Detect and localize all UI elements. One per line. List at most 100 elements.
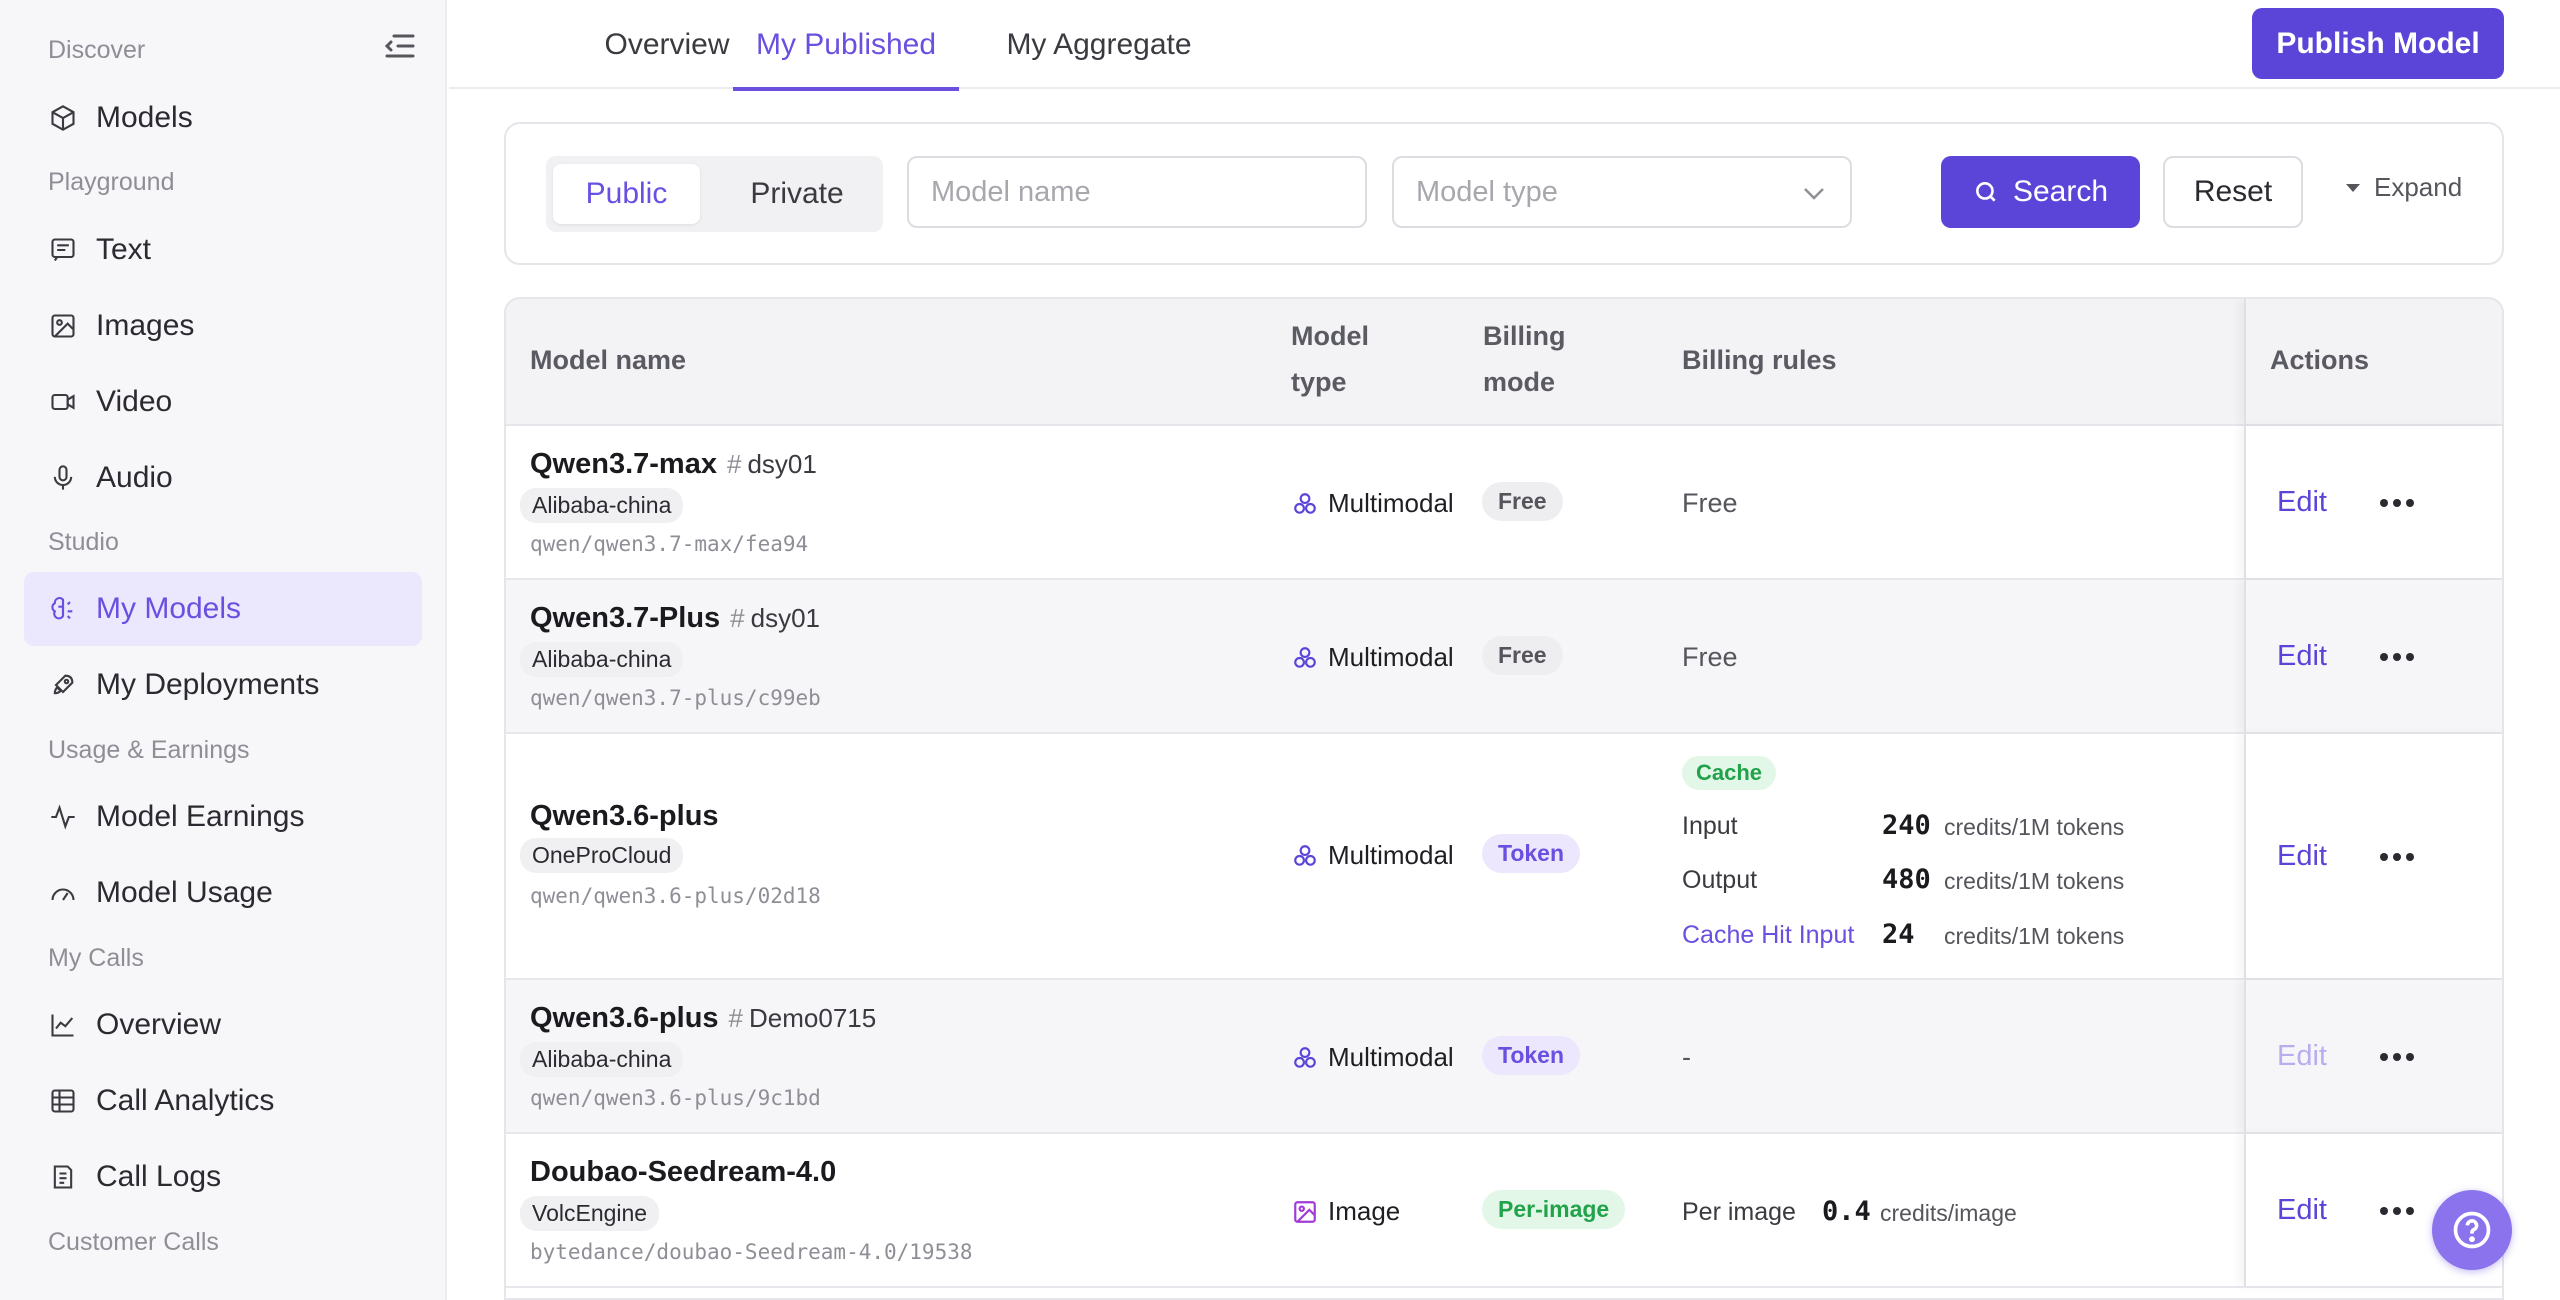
sidebar-item-label: My Models xyxy=(96,592,242,625)
edit-button[interactable]: Edit xyxy=(2277,1194,2327,1227)
tab-my-published[interactable]: My Published xyxy=(733,0,959,91)
rule-label: Output xyxy=(1682,866,1758,894)
sidebar-item-video[interactable]: Video xyxy=(24,365,422,439)
sidebar-item-my-deployments[interactable]: My Deployments xyxy=(24,648,422,722)
provider-badge: VolcEngine xyxy=(520,1196,660,1231)
line-chart-icon xyxy=(48,1010,78,1040)
image-icon xyxy=(1292,1199,1328,1225)
sidebar: Discover Models Playground Text Images V… xyxy=(0,0,447,1300)
sidebar-item-label: Overview xyxy=(96,1008,222,1041)
model-type: Multimodal xyxy=(1292,1042,1454,1073)
model-type-select[interactable]: Model type xyxy=(1392,156,1852,228)
tab-overview[interactable]: Overview xyxy=(575,0,759,89)
top-tabs-bar: Overview My Published My Aggregate xyxy=(449,0,2560,91)
model-tag-text: dsy01 xyxy=(750,603,821,633)
expand-toggle[interactable]: Expand xyxy=(2344,172,2462,203)
pulse-icon xyxy=(48,802,78,832)
sidebar-item-label: Model Usage xyxy=(96,876,273,909)
more-icon[interactable] xyxy=(2380,1205,2414,1217)
header-actions-cell: Actions xyxy=(2244,299,2502,424)
model-path: bytedance/doubao-Seedream-4.0/19538 xyxy=(530,1240,973,1264)
expand-label: Expand xyxy=(2374,172,2463,202)
sidebar-item-call-analytics[interactable]: Call Analytics xyxy=(24,1064,422,1138)
multimodal-icon xyxy=(1292,843,1328,869)
model-name-field[interactable] xyxy=(907,156,1367,228)
multimodal-icon xyxy=(1292,645,1328,671)
sidebar-item-model-usage[interactable]: Model Usage xyxy=(24,856,422,930)
model-tag-text: dsy01 xyxy=(747,449,817,479)
model-name-text: Qwen3.7-max xyxy=(530,448,717,480)
sidebar-item-call-logs[interactable]: Call Logs xyxy=(24,1140,422,1214)
more-icon[interactable] xyxy=(2380,651,2414,663)
model-name-text: Qwen3.7-Plus xyxy=(530,602,721,634)
sidebar-item-images[interactable]: Images xyxy=(24,289,422,363)
edit-button[interactable]: Edit xyxy=(2277,1040,2327,1073)
cube-icon xyxy=(48,103,78,133)
more-icon[interactable] xyxy=(2380,851,2414,863)
collapse-sidebar-icon[interactable] xyxy=(384,32,416,60)
billing-mode-badge: Free xyxy=(1482,636,1563,675)
tab-my-aggregate[interactable]: My Aggregate xyxy=(981,0,1217,89)
billing-mode-badge: Token xyxy=(1482,834,1581,873)
rocket-icon xyxy=(48,670,78,700)
sidebar-item-label: My Deployments xyxy=(96,668,320,701)
public-toggle-button[interactable]: Public xyxy=(553,164,700,224)
question-icon xyxy=(2450,1208,2494,1252)
search-button[interactable]: Search xyxy=(1941,156,2140,228)
sidebar-item-overview[interactable]: Overview xyxy=(24,988,422,1062)
cache-badge: Cache xyxy=(1682,756,1777,790)
model-tag: # Demo0715 xyxy=(728,1003,877,1033)
section-customer-calls: Customer Calls xyxy=(48,1228,219,1256)
sidebar-item-label: Call Logs xyxy=(96,1160,222,1193)
model-tag: # dsy01 xyxy=(730,603,821,633)
sidebar-item-text[interactable]: Text xyxy=(24,213,422,287)
sidebar-item-my-models[interactable]: My Models xyxy=(24,572,422,646)
model-tag: # dsy01 xyxy=(726,449,817,479)
private-toggle-button[interactable]: Private xyxy=(708,164,886,224)
gauge-icon xyxy=(48,878,78,908)
search-icon xyxy=(1973,179,1999,205)
chevron-down-icon xyxy=(1802,176,1826,209)
provider-badge: Alibaba-china xyxy=(520,642,684,677)
edit-button[interactable]: Edit xyxy=(2277,486,2327,519)
rule-value: 240 xyxy=(1882,810,1931,841)
provider-badge: OneProCloud xyxy=(520,838,684,873)
edit-button[interactable]: Edit xyxy=(2277,640,2327,673)
rule-value: 24 xyxy=(1882,919,1915,950)
more-icon[interactable] xyxy=(2380,497,2414,509)
more-icon[interactable] xyxy=(2380,1051,2414,1063)
table-icon xyxy=(48,1086,78,1116)
billing-rule: Free xyxy=(1682,642,1738,672)
model-tag-text: Demo0715 xyxy=(749,1003,877,1033)
rule-unit: credits/1M tokens xyxy=(1944,923,2125,949)
help-button[interactable] xyxy=(2432,1190,2512,1270)
header-billing-mode-line2: mode xyxy=(1483,367,1556,397)
model-path: qwen/qwen3.7-plus/c99eb xyxy=(530,686,821,710)
sidebar-item-label: Models xyxy=(96,101,193,134)
sidebar-item-models[interactable]: Models xyxy=(24,81,422,155)
section-studio: Studio xyxy=(48,528,119,556)
rule-label[interactable]: Cache Hit Input xyxy=(1682,921,1854,950)
rule-value: 480 xyxy=(1882,864,1931,895)
rule-unit: credits/image xyxy=(1880,1200,2017,1226)
model-path: qwen/qwen3.6-plus/9c1bd xyxy=(530,1086,821,1110)
table-header: Model name Model type Billing mode Billi… xyxy=(506,299,2502,426)
sidebar-item-model-earnings[interactable]: Model Earnings xyxy=(24,780,422,854)
model-type: Multimodal xyxy=(1292,488,1454,519)
header-actions: Actions xyxy=(2270,345,2370,375)
edit-button[interactable]: Edit xyxy=(2277,840,2327,873)
model-type: Multimodal xyxy=(1292,840,1454,871)
model-path: qwen/qwen3.7-max/fea94 xyxy=(530,532,809,556)
reset-button[interactable]: Reset xyxy=(2163,156,2303,228)
billing-rule: - xyxy=(1682,1042,1691,1072)
multimodal-icon xyxy=(1292,491,1328,517)
sidebar-item-label: Call Analytics xyxy=(96,1084,275,1117)
publish-model-button[interactable]: Publish Model xyxy=(2252,8,2504,79)
model-name: Qwen3.6-plus # Demo0715 xyxy=(530,1002,876,1035)
model-name-input[interactable] xyxy=(931,175,1365,209)
sidebar-item-audio[interactable]: Audio xyxy=(24,441,422,515)
header-model-name: Model name xyxy=(530,345,687,375)
rule-unit: credits/1M tokens xyxy=(1944,868,2125,894)
rule-value: 0.4 xyxy=(1822,1196,1871,1227)
video-icon xyxy=(48,387,78,417)
